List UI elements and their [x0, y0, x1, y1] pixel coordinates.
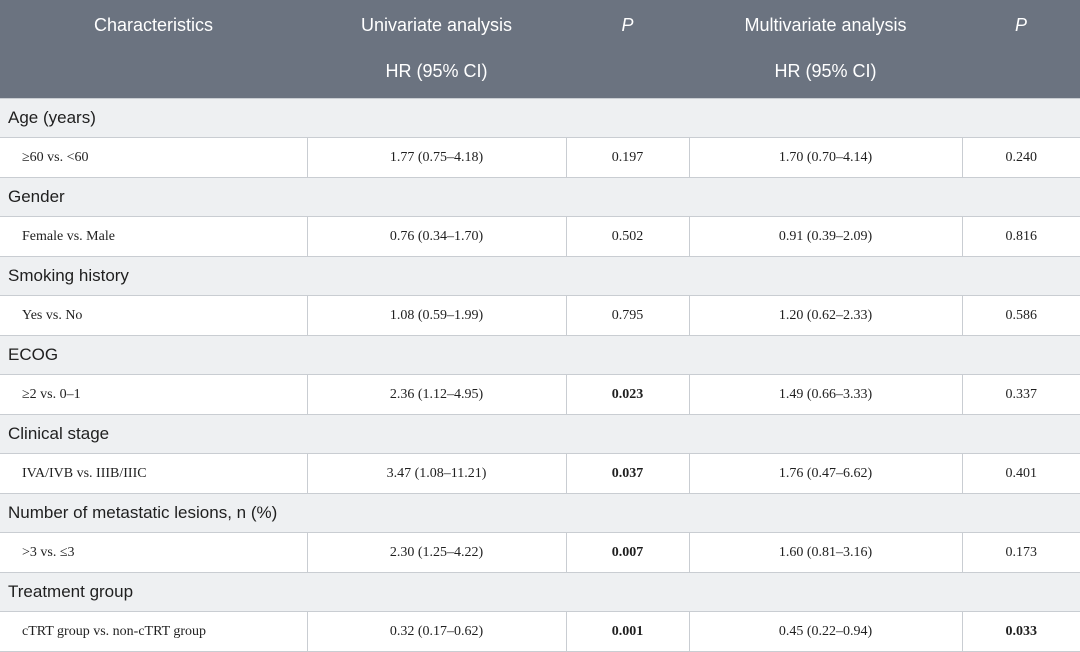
regression-table: Characteristics Univariate analysis P Mu… [0, 0, 1080, 652]
row-label: cTRT group vs. non-cTRT group [0, 611, 308, 652]
multivariate-p: 0.033 [961, 611, 1080, 652]
table-row: ≥60 vs. <60 1.77 (0.75–4.18) 0.197 1.70 … [0, 137, 1080, 178]
group-row: Clinical stage [0, 414, 1080, 454]
header-sub-empty [0, 48, 307, 99]
group-row: Treatment group [0, 572, 1080, 612]
univariate-p: 0.502 [565, 216, 690, 257]
table-row: Female vs. Male 0.76 (0.34–1.70) 0.502 0… [0, 216, 1080, 257]
table-row: Yes vs. No 1.08 (0.59–1.99) 0.795 1.20 (… [0, 295, 1080, 336]
multivariate-hr: 0.91 (0.39–2.09) [688, 216, 963, 257]
table-row: IVA/IVB vs. IIIB/IIIC 3.47 (1.08–11.21) … [0, 453, 1080, 494]
header-univariate: Univariate analysis [307, 0, 566, 48]
group-title: Clinical stage [0, 414, 1080, 454]
multivariate-hr: 1.70 (0.70–4.14) [688, 137, 963, 178]
header-multivariate-hr: HR (95% CI) [689, 48, 962, 99]
univariate-p: 0.795 [565, 295, 690, 336]
multivariate-p: 0.173 [961, 532, 1080, 573]
univariate-p: 0.007 [565, 532, 690, 573]
univariate-hr: 0.32 (0.17–0.62) [306, 611, 567, 652]
group-title: Number of metastatic lesions, n (%) [0, 493, 1080, 533]
group-row: ECOG [0, 335, 1080, 375]
group-row: Gender [0, 177, 1080, 217]
header-univariate-hr: HR (95% CI) [307, 48, 566, 99]
group-title: Age (years) [0, 98, 1080, 138]
group-row: Age (years) [0, 98, 1080, 138]
row-label: Female vs. Male [0, 216, 308, 257]
multivariate-hr: 1.49 (0.66–3.33) [688, 374, 963, 415]
group-title: Smoking history [0, 256, 1080, 296]
row-label: IVA/IVB vs. IIIB/IIIC [0, 453, 308, 494]
univariate-hr: 1.77 (0.75–4.18) [306, 137, 567, 178]
group-title: Treatment group [0, 572, 1080, 612]
row-label: ≥2 vs. 0–1 [0, 374, 308, 415]
multivariate-hr: 0.45 (0.22–0.94) [688, 611, 963, 652]
table-row: ≥2 vs. 0–1 2.36 (1.12–4.95) 0.023 1.49 (… [0, 374, 1080, 415]
univariate-hr: 2.36 (1.12–4.95) [306, 374, 567, 415]
table-row: cTRT group vs. non-cTRT group 0.32 (0.17… [0, 611, 1080, 652]
row-label: ≥60 vs. <60 [0, 137, 308, 178]
table-row: >3 vs. ≤3 2.30 (1.25–4.22) 0.007 1.60 (0… [0, 532, 1080, 573]
header-sub-empty [962, 48, 1080, 99]
multivariate-p: 0.586 [961, 295, 1080, 336]
multivariate-hr: 1.20 (0.62–2.33) [688, 295, 963, 336]
multivariate-p: 0.816 [961, 216, 1080, 257]
univariate-hr: 0.76 (0.34–1.70) [306, 216, 567, 257]
row-label: >3 vs. ≤3 [0, 532, 308, 573]
univariate-p: 0.197 [565, 137, 690, 178]
univariate-p: 0.037 [565, 453, 690, 494]
univariate-hr: 3.47 (1.08–11.21) [306, 453, 567, 494]
multivariate-p: 0.337 [961, 374, 1080, 415]
table-body: Age (years) ≥60 vs. <60 1.77 (0.75–4.18)… [0, 98, 1080, 652]
univariate-p: 0.001 [565, 611, 690, 652]
row-label: Yes vs. No [0, 295, 308, 336]
group-title: ECOG [0, 335, 1080, 375]
group-row: Number of metastatic lesions, n (%) [0, 493, 1080, 533]
group-title: Gender [0, 177, 1080, 217]
header-multivariate: Multivariate analysis [689, 0, 962, 48]
univariate-hr: 2.30 (1.25–4.22) [306, 532, 567, 573]
header-multivariate-p: P [962, 0, 1080, 48]
multivariate-p: 0.240 [961, 137, 1080, 178]
multivariate-p: 0.401 [961, 453, 1080, 494]
header-sub-empty [566, 48, 689, 99]
header-univariate-p: P [566, 0, 689, 48]
univariate-hr: 1.08 (0.59–1.99) [306, 295, 567, 336]
multivariate-hr: 1.60 (0.81–3.16) [688, 532, 963, 573]
univariate-p: 0.023 [565, 374, 690, 415]
group-row: Smoking history [0, 256, 1080, 296]
multivariate-hr: 1.76 (0.47–6.62) [688, 453, 963, 494]
header-characteristics: Characteristics [0, 0, 307, 48]
table-header: Characteristics Univariate analysis P Mu… [0, 0, 1080, 99]
